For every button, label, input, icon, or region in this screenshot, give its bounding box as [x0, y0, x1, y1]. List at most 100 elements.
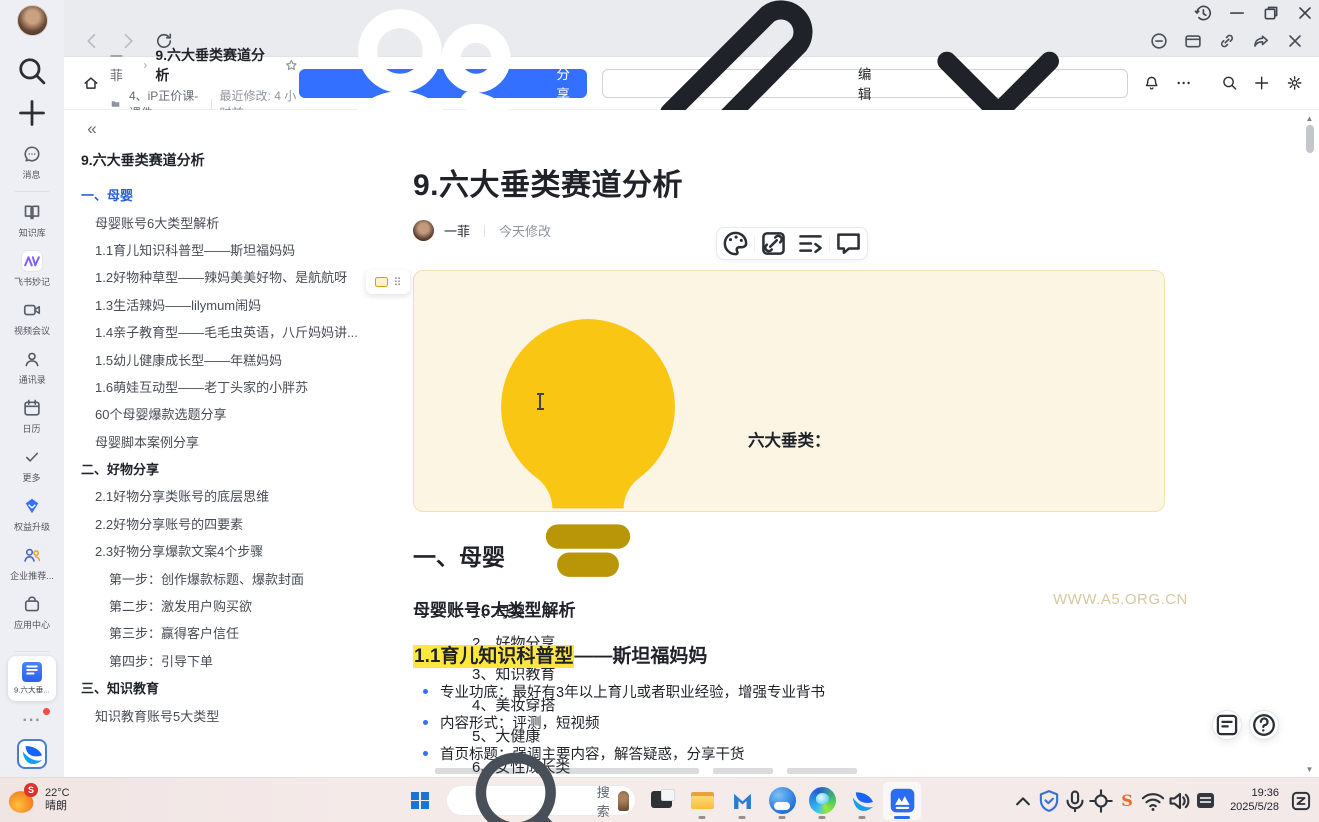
sidebar-item-messages[interactable]: 消息 — [3, 138, 61, 187]
scroll-up-arrow[interactable]: ▲ — [1302, 112, 1317, 124]
feishu-docs-icon[interactable] — [882, 781, 922, 821]
outline-item[interactable]: 2.1好物分享类账号的底层思维 — [81, 482, 382, 509]
bullet-item[interactable]: 内容形式：评测，短视频 — [413, 707, 1173, 738]
outline-item[interactable]: 母婴账号6大类型解析 — [81, 208, 382, 235]
tray-sogou-icon[interactable]: S — [1114, 786, 1140, 816]
doc-canvas[interactable]: 9.六大垂类赛道分析 一菲 今天修改 六大垂类： 1、母婴2、好物分享3、知识教… — [390, 110, 1302, 777]
feishu-browser-icon[interactable] — [842, 781, 882, 821]
back-icon[interactable] — [82, 31, 102, 51]
breadcrumb-parent[interactable]: 一菲 — [110, 46, 135, 84]
sidebar-item-video-meeting[interactable]: 视频会议 — [3, 294, 61, 343]
copy-link-icon[interactable] — [1217, 31, 1237, 51]
bullet-item[interactable]: 专业功底：最好有3年以上育儿或者职业经验，增强专业背书 — [413, 676, 1173, 707]
breadcrumb-doc-title[interactable]: 9.六大垂类赛道分析 — [155, 45, 276, 85]
search-doc-icon[interactable] — [1221, 72, 1238, 94]
outline-item[interactable]: 2.2好物分享账号的四要素 — [81, 510, 382, 537]
outline-item[interactable]: 二、好物分享 — [81, 455, 382, 482]
mail-icon[interactable] — [722, 781, 762, 821]
outline-item[interactable]: 1.6萌娃互动型——老丁头家的小胖苏 — [81, 373, 382, 400]
comment-icon[interactable] — [830, 228, 867, 259]
close-tab-icon[interactable] — [1285, 31, 1305, 51]
highlighted-heading[interactable]: 1.1育儿知识科普型——斯坦福妈妈 — [413, 641, 707, 668]
outline-item[interactable]: 知识教育账号5大类型 — [81, 701, 382, 728]
scroll-down-arrow[interactable]: ▼ — [1302, 763, 1317, 775]
sidebar-item-minutes[interactable]: 飞书妙记 — [3, 245, 61, 294]
comment-panel-button[interactable] — [1212, 710, 1242, 740]
callout-block[interactable]: 六大垂类： 1、母婴2、好物分享3、知识教育4、美妆穿搭5、大健康6、女性成长类 — [413, 270, 1165, 512]
edge-icon[interactable] — [802, 781, 842, 821]
outline-item[interactable]: 1.1育儿知识科普型——斯坦福妈妈 — [81, 236, 382, 263]
minimize-button[interactable] — [1227, 3, 1247, 23]
feishu-logo[interactable] — [17, 739, 47, 769]
help-button[interactable] — [1249, 710, 1279, 740]
outline-item[interactable]: 1.2好物种草型——辣妈美美好物、是航航呀 — [81, 263, 382, 290]
sidebar-item-contacts[interactable]: 通讯录 — [3, 343, 61, 392]
collapse-panel-icon[interactable]: « — [81, 118, 103, 140]
outline-item[interactable]: 母婴脚本案例分享 — [81, 428, 382, 455]
sidebar-item-enterprise[interactable]: 企业推荐... — [3, 539, 61, 588]
create-icon[interactable] — [15, 96, 49, 130]
author-avatar[interactable] — [413, 220, 434, 241]
tray-security-shield-icon[interactable] — [1036, 786, 1062, 816]
tray-microphone-icon[interactable] — [1062, 786, 1088, 816]
doc-link-icon[interactable] — [755, 228, 792, 259]
outline-item[interactable]: 1.5幼儿健康成长型——年糕妈妈 — [81, 345, 382, 372]
sidebar-item-knowledge-base[interactable]: 知识库 — [3, 196, 61, 245]
user-avatar[interactable] — [17, 5, 48, 36]
outline-item[interactable]: 一、母婴 — [81, 181, 382, 208]
outline-item[interactable]: 60个母婴爆款选题分享 — [81, 400, 382, 427]
outline-item[interactable]: 2.3好物分享爆款文案4个步骤 — [81, 537, 382, 564]
outline-title[interactable]: 9.六大垂类赛道分析 — [81, 150, 382, 170]
taskbar-clock[interactable]: 19:36 2025/5/28 — [1222, 787, 1285, 814]
outline-item[interactable]: 第三步：赢得客户信任 — [81, 619, 382, 646]
taskbar-search[interactable]: 搜索 — [446, 785, 636, 816]
outline-item[interactable]: 三、知识教育 — [81, 674, 382, 701]
search-icon[interactable] — [15, 54, 49, 88]
outline-item[interactable]: 第二步：激发用户购买欲 — [81, 592, 382, 619]
theme-palette-icon[interactable] — [717, 228, 754, 259]
search-highlight-image[interactable] — [618, 791, 629, 811]
tray-ime-icon[interactable] — [1192, 786, 1218, 816]
home-icon[interactable] — [82, 72, 100, 94]
sidebar-more-apps[interactable]: ··· — [15, 711, 49, 731]
block-handle[interactable]: ⠿ — [366, 270, 410, 294]
author-name[interactable]: 一菲 — [444, 221, 470, 240]
restore-button[interactable] — [1261, 3, 1281, 23]
tray-crosshair-icon[interactable] — [1088, 786, 1114, 816]
window-card-icon[interactable] — [1183, 31, 1203, 51]
history-icon[interactable] — [1193, 3, 1213, 23]
weather-app-icon[interactable] — [762, 781, 802, 821]
start-button[interactable] — [400, 781, 440, 821]
outline-list-icon[interactable] — [792, 228, 829, 259]
drag-handle-icon[interactable]: ⠿ — [393, 276, 400, 289]
weather-widget[interactable]: S 22°C 晴朗 — [0, 785, 120, 815]
scrollbar[interactable]: ▲ ▼ — [1302, 112, 1317, 775]
outline-item[interactable]: 1.4亲子教育型——毛毛虫英语，八斤妈妈讲... — [81, 318, 382, 345]
outline-item[interactable]: 第四步：引导下单 — [81, 647, 382, 674]
pinned-doc-item[interactable]: 9.六大垂... — [8, 656, 56, 701]
task-view-icon[interactable] — [642, 781, 682, 821]
sidebar-item-more[interactable]: 更多 — [3, 441, 61, 490]
outline-item[interactable]: 第一步：创作爆款标题、爆款封面 — [81, 564, 382, 591]
settings-gear-icon[interactable] — [1286, 72, 1303, 94]
sidebar-item-upgrade[interactable]: 权益升级 — [3, 490, 61, 539]
sub-heading[interactable]: 母婴账号6大类型解析 — [413, 596, 575, 621]
close-button[interactable] — [1295, 3, 1315, 23]
new-doc-icon[interactable] — [1253, 72, 1270, 94]
sidebar-item-calendar[interactable]: 日历 — [3, 392, 61, 441]
edit-button[interactable]: 编辑 — [602, 69, 1128, 98]
share-button[interactable]: 分享 — [299, 69, 587, 98]
star-icon[interactable] — [284, 58, 299, 73]
tray-volume-icon[interactable] — [1166, 786, 1192, 816]
share-forward-icon[interactable] — [1251, 31, 1271, 51]
more-menu-icon[interactable] — [1175, 72, 1192, 94]
tray-wifi-icon[interactable] — [1140, 786, 1166, 816]
feedback-icon[interactable] — [1149, 31, 1169, 51]
section-heading[interactable]: 一、母婴 — [413, 538, 505, 572]
notifications-bell-icon[interactable] — [1143, 72, 1160, 94]
quick-note-icon[interactable] — [1289, 786, 1313, 816]
tray-chevron-up-icon[interactable] — [1010, 786, 1036, 816]
sidebar-item-app-center[interactable]: 应用中心 — [3, 588, 61, 637]
scrollbar-thumb[interactable] — [1306, 125, 1314, 153]
file-explorer-icon[interactable] — [682, 781, 722, 821]
